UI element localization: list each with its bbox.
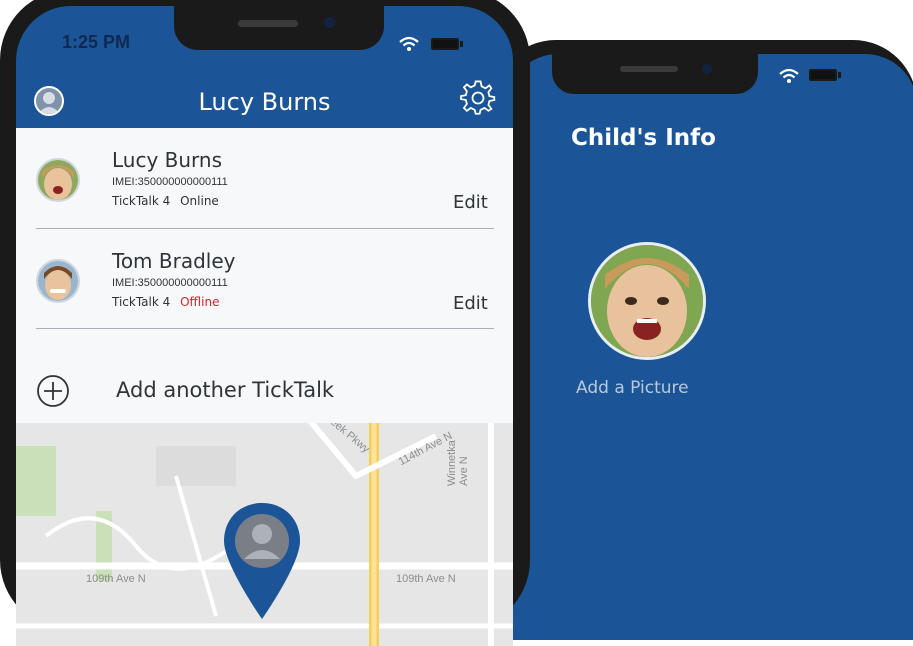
battery-icon xyxy=(431,38,463,50)
child-info-screen: Child's Info Add a Picture xyxy=(506,54,913,640)
camera xyxy=(324,17,335,28)
avatar xyxy=(36,259,80,303)
status-badge: Offline xyxy=(180,295,220,309)
device-model: TickTalk 4 xyxy=(112,194,171,208)
speaker xyxy=(620,66,678,72)
child-photo[interactable] xyxy=(588,242,706,360)
battery-icon xyxy=(809,69,841,81)
status-time: 1:25 PM xyxy=(62,32,131,52)
device-meta: TickTalk 4 Online xyxy=(112,194,219,208)
back-phone: Child's Info Add a Picture xyxy=(492,40,913,640)
divider xyxy=(36,328,494,329)
list-item[interactable]: Lucy Burns IMEI:350000000000111 TickTalk… xyxy=(16,128,513,228)
phone-notch xyxy=(552,54,758,94)
add-device-row[interactable]: Add another TickTalk xyxy=(16,366,513,420)
gear-icon[interactable] xyxy=(460,80,496,116)
list-item[interactable]: Tom Bradley IMEI:350000000000111 TickTal… xyxy=(16,229,513,329)
device-name: Lucy Burns xyxy=(112,148,223,172)
phone-notch xyxy=(174,6,384,50)
avatar xyxy=(36,158,80,202)
add-picture-label[interactable]: Add a Picture xyxy=(576,378,689,398)
add-circle-icon[interactable] xyxy=(36,374,70,408)
add-device-label: Add another TickTalk xyxy=(116,378,335,402)
device-name: Tom Bradley xyxy=(112,249,236,273)
location-pin-icon[interactable] xyxy=(222,501,302,621)
front-phone: 109th Ave N 109th Ave N Winnetka Ave N 1… xyxy=(0,0,530,646)
status-badge: Online xyxy=(180,194,219,208)
wifi-icon xyxy=(779,68,799,83)
page-title: Child's Info xyxy=(571,125,716,151)
wifi-icon xyxy=(399,36,419,51)
street-label: 109th Ave N xyxy=(86,573,146,585)
edit-button[interactable]: Edit xyxy=(453,192,488,213)
device-list-screen: 109th Ave N 109th Ave N Winnetka Ave N 1… xyxy=(16,6,513,646)
street-label: Winnetka Ave N xyxy=(446,440,470,486)
page-title: Lucy Burns xyxy=(198,88,331,116)
edit-button[interactable]: Edit xyxy=(453,293,488,314)
device-list: Lucy Burns IMEI:350000000000111 TickTalk… xyxy=(16,128,513,423)
camera xyxy=(702,64,712,74)
device-meta: TickTalk 4 Offline xyxy=(112,295,219,309)
speaker xyxy=(238,20,298,27)
device-imei: IMEI:350000000000111 xyxy=(112,277,228,289)
street-label: 109th Ave N xyxy=(396,573,456,585)
device-model: TickTalk 4 xyxy=(112,295,171,309)
device-imei: IMEI:350000000000111 xyxy=(112,176,228,188)
